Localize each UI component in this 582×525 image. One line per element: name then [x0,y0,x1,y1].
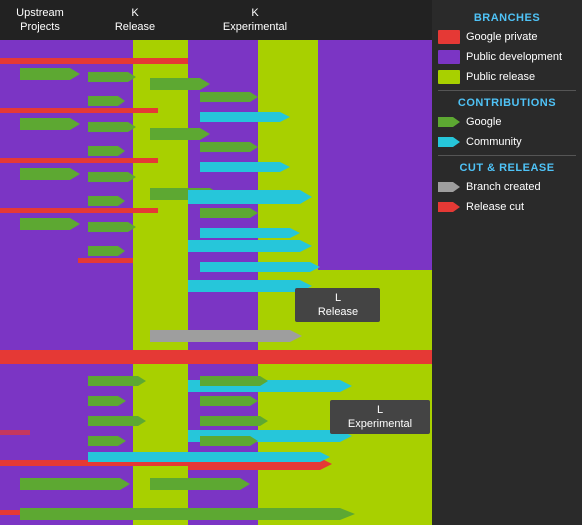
diagram-svg: L Release L Experimental [0,40,432,525]
svg-text:L: L [377,404,383,416]
col-k-experimental: KExperimental [190,6,320,35]
public-dev-label: Public development [466,51,562,63]
svg-text:Release: Release [318,306,358,318]
legend-google-contrib: Google [438,115,576,129]
public-release-swatch [438,70,460,84]
legend-public-release: Public release [438,70,576,84]
release-cut-swatch [438,200,460,214]
legend-divider-2 [438,155,576,156]
legend-branch-created: Branch created [438,180,576,194]
col-upstream: UpstreamProjects [0,6,80,35]
legend-community-contrib: Community [438,135,576,149]
cut-release-title: CUT & RELEASE [438,162,576,174]
branch-created-swatch [438,180,460,194]
release-cut-label: Release cut [466,201,524,213]
community-arrow-swatch [438,135,460,149]
legend-google-private: Google private [438,30,576,44]
diagram-area: UpstreamProjects KRelease KExperimental [0,0,432,525]
google-contrib-label: Google [466,116,501,128]
col-k-release: KRelease [80,6,190,35]
main-container: UpstreamProjects KRelease KExperimental [0,0,582,525]
legend-panel: BRANCHES Google private Public developme… [432,0,582,525]
column-headers: UpstreamProjects KRelease KExperimental [0,0,432,40]
branches-title: BRANCHES [438,12,576,24]
google-arrow-swatch [438,115,460,129]
legend-release-cut: Release cut [438,200,576,214]
contributions-title: CONTRIBUTIONS [438,97,576,109]
diagram-body: L Release L Experimental [0,40,432,525]
svg-text:L: L [335,292,341,304]
community-contrib-label: Community [466,136,522,148]
legend-divider-1 [438,90,576,91]
branch-created-label: Branch created [466,181,541,193]
public-dev-swatch [438,50,460,64]
public-release-label: Public release [466,71,535,83]
google-private-label: Google private [466,31,538,43]
svg-text:Experimental: Experimental [348,418,412,430]
google-private-swatch [438,30,460,44]
legend-public-dev: Public development [438,50,576,64]
